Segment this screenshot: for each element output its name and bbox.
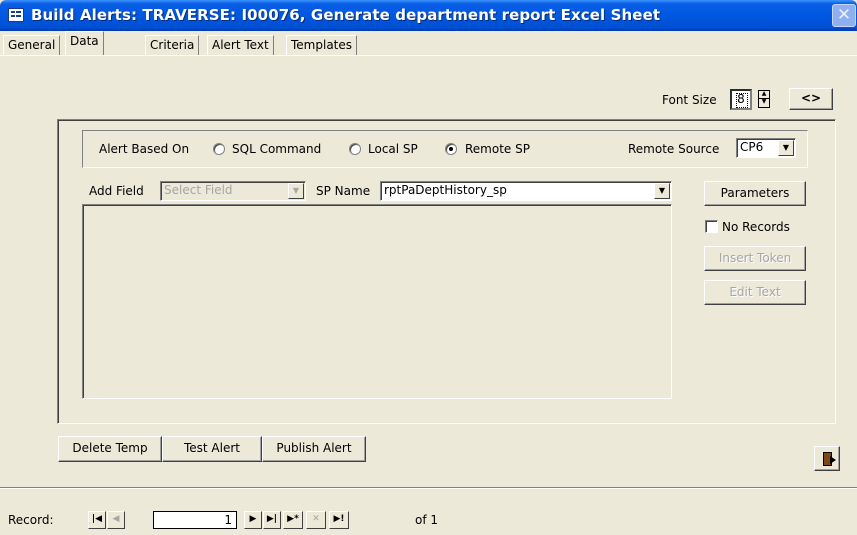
no-records-label[interactable]: No Records: [722, 220, 790, 234]
radio-sql-command[interactable]: [213, 143, 225, 155]
remote-source-label: Remote Source: [628, 142, 720, 156]
record-label: Record:: [8, 513, 54, 527]
exit-arrow-icon: [830, 456, 836, 464]
sp-name-select[interactable]: rptPaDeptHistory_sp ▼: [380, 181, 672, 201]
next-record-icon[interactable]: ▶: [244, 511, 262, 529]
test-alert-button[interactable]: Test Alert: [162, 436, 262, 462]
radio-local-sp[interactable]: [349, 143, 361, 155]
close-button[interactable]: ✕: [832, 4, 856, 27]
alert-based-on-label: Alert Based On: [99, 142, 190, 156]
edit-text-button[interactable]: Edit Text: [704, 280, 806, 305]
previous-record-icon[interactable]: ◀: [107, 511, 125, 529]
remote-source-value: CP6: [740, 140, 764, 154]
insert-token-button[interactable]: Insert Token: [704, 246, 806, 271]
add-field-select[interactable]: Select Field ▼: [160, 181, 306, 201]
tab-data[interactable]: Data: [65, 31, 104, 55]
dropdown-arrow-icon[interactable]: ▼: [654, 183, 670, 199]
delete-record-icon[interactable]: ✕: [306, 511, 326, 529]
add-field-label: Add Field: [89, 184, 144, 198]
exit-button[interactable]: [814, 446, 840, 471]
tab-strip: General Data Criteria Alert Text Templat…: [3, 31, 857, 55]
last-record-icon[interactable]: ▶|: [263, 511, 281, 529]
dropdown-arrow-icon[interactable]: ▼: [288, 183, 304, 199]
sp-name-label: SP Name: [316, 184, 371, 198]
radio-remote-sp[interactable]: [445, 143, 457, 155]
font-size-spinner[interactable]: ▲ ▼: [758, 90, 770, 110]
delete-temp-button[interactable]: Delete Temp: [58, 436, 162, 462]
radio-local-sp-label[interactable]: Local SP: [368, 142, 418, 156]
form-icon: [8, 8, 24, 22]
tab-alert-text[interactable]: Alert Text: [207, 35, 274, 55]
record-count: of 1: [415, 513, 439, 527]
spin-down-icon[interactable]: ▼: [758, 99, 770, 108]
font-size-label: Font Size: [662, 93, 717, 107]
sp-name-value: rptPaDeptHistory_sp: [384, 183, 507, 197]
tab-templates[interactable]: Templates: [286, 35, 358, 55]
no-records-checkbox[interactable]: [705, 220, 718, 233]
remote-source-select[interactable]: CP6 ▼: [736, 138, 796, 158]
parameters-button[interactable]: Parameters: [704, 181, 806, 206]
font-size-input[interactable]: 8: [730, 89, 752, 110]
dropdown-arrow-icon[interactable]: ▼: [778, 140, 794, 156]
radio-remote-sp-label[interactable]: Remote SP: [465, 142, 530, 156]
toggle-view-button[interactable]: <>: [789, 88, 833, 110]
publish-alert-button[interactable]: Publish Alert: [262, 436, 366, 462]
new-record-icon[interactable]: ▶*: [283, 511, 303, 529]
nav-divider-highlight: [0, 488, 857, 489]
tab-strip-line: [0, 55, 857, 56]
filter-records-icon[interactable]: ▶!: [329, 511, 349, 529]
window-title: Build Alerts: TRAVERSE: I00076, Generate…: [31, 6, 661, 24]
radio-sql-command-label[interactable]: SQL Command: [232, 142, 321, 156]
record-number-input[interactable]: 1: [153, 511, 237, 529]
add-field-placeholder: Select Field: [164, 183, 233, 197]
first-record-icon[interactable]: |◀: [88, 511, 106, 529]
tab-criteria[interactable]: Criteria: [145, 35, 200, 55]
sql-text-area[interactable]: [82, 204, 672, 399]
tab-general[interactable]: General: [3, 35, 61, 55]
title-bar: Build Alerts: TRAVERSE: I00076, Generate…: [0, 0, 857, 31]
